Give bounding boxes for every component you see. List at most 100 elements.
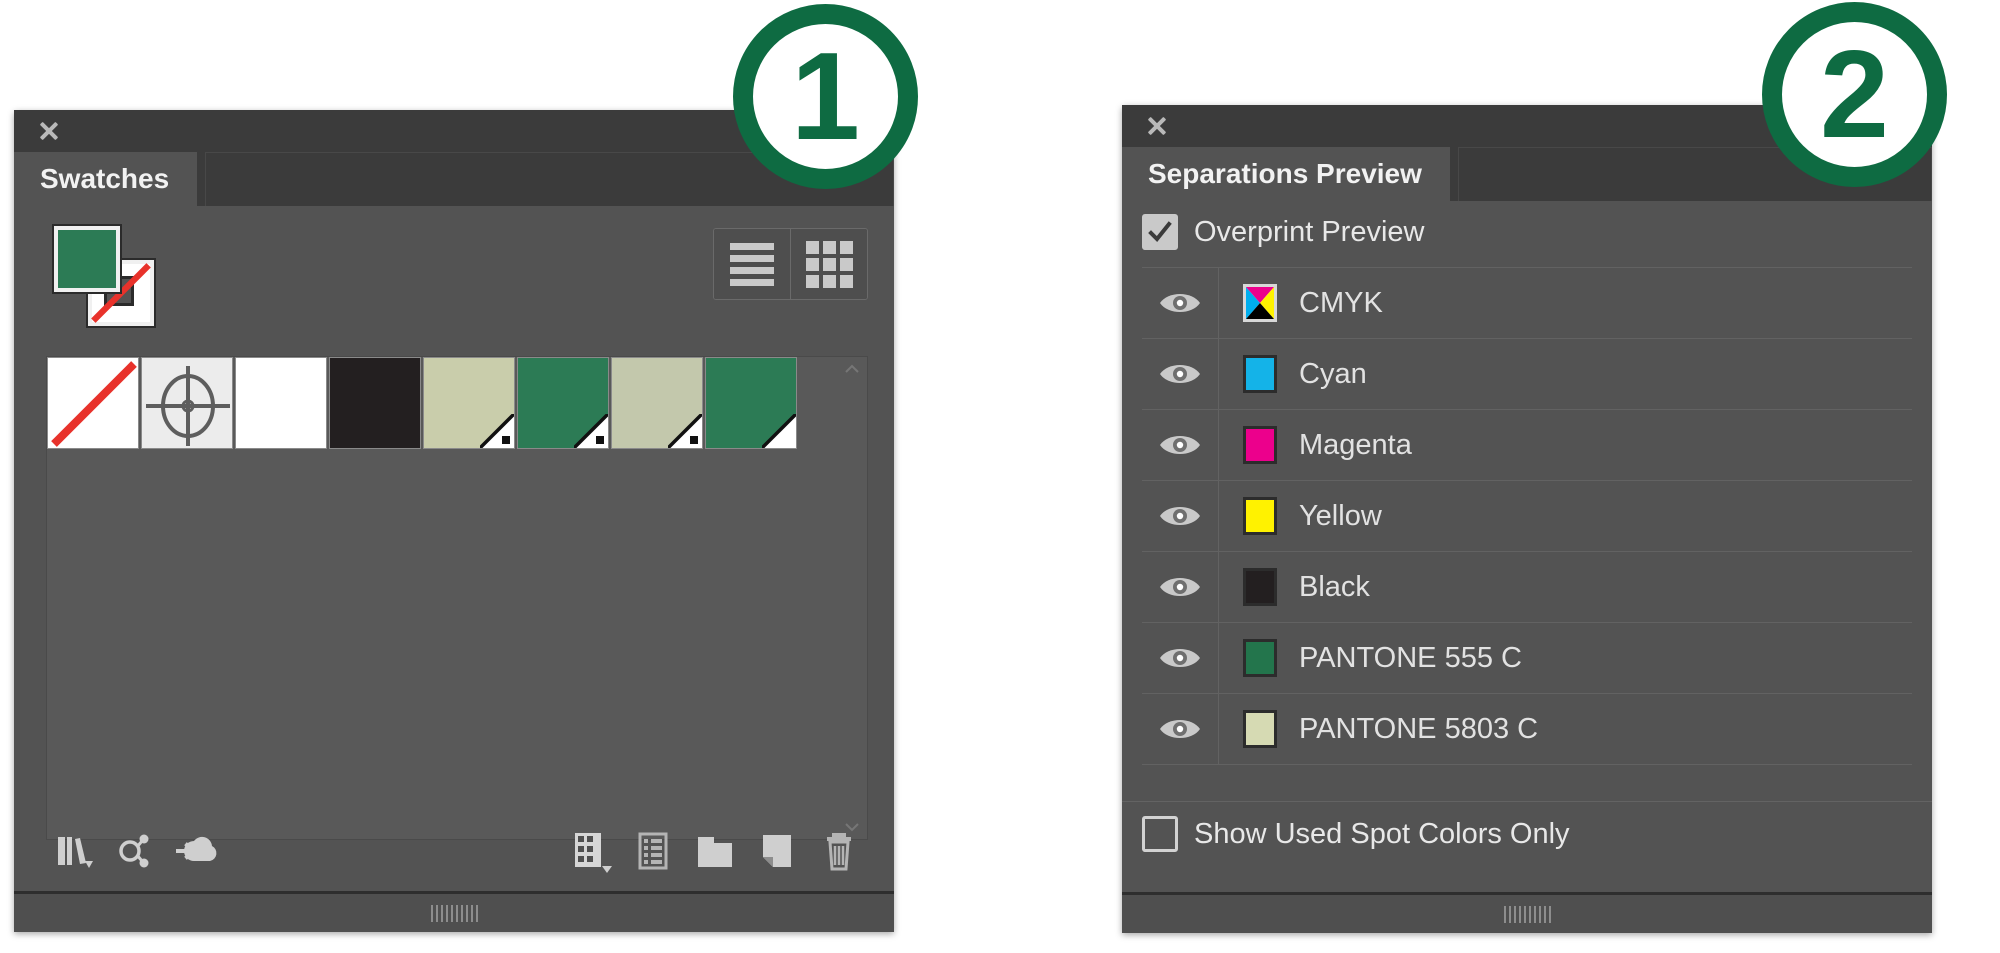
swatch-cell[interactable] xyxy=(423,357,515,449)
close-icon[interactable] xyxy=(1144,113,1170,139)
new-color-group-button[interactable] xyxy=(684,820,746,882)
separation-name: Cyan xyxy=(1299,357,1367,390)
separation-color-chip xyxy=(1243,284,1277,322)
swatch-options-icon xyxy=(638,832,668,870)
tab-separations-preview-label: Separations Preview xyxy=(1148,158,1422,189)
grid-view-icon xyxy=(805,240,853,288)
separation-name: PANTONE 5803 C xyxy=(1299,712,1539,745)
add-to-cc-library-button[interactable] xyxy=(166,820,228,882)
swatch-cell[interactable] xyxy=(517,357,609,449)
swatch-libraries-icon xyxy=(58,837,93,868)
separation-visibility-toggle[interactable] xyxy=(1142,623,1219,693)
list-view-button[interactable] xyxy=(714,229,791,299)
tab-swatches-label: Swatches xyxy=(40,163,170,194)
color-group-link-button[interactable] xyxy=(104,820,166,882)
separation-name: CMYK xyxy=(1299,286,1383,319)
separation-color-chip xyxy=(1243,568,1277,606)
overprint-preview-checkbox[interactable] xyxy=(1142,214,1178,250)
swatch-libraries-button[interactable] xyxy=(42,820,104,882)
separation-name: Black xyxy=(1299,570,1370,603)
delete-swatch-button[interactable] xyxy=(808,820,870,882)
swatches-body xyxy=(14,206,894,866)
swatches-panel-footer[interactable] xyxy=(14,891,894,932)
swatches-panel: Swatches xyxy=(14,110,894,932)
new-color-group-icon xyxy=(698,837,732,867)
resize-grip-icon[interactable] xyxy=(1503,905,1551,923)
separations-body: Overprint Preview CMYK Cyan Magenta Yellow B… xyxy=(1122,201,1932,866)
separation-visibility-toggle[interactable] xyxy=(1142,694,1219,764)
show-used-spot-checkbox[interactable] xyxy=(1142,816,1178,852)
swatch-options-button[interactable] xyxy=(622,820,684,882)
add-to-cc-library-icon xyxy=(176,836,217,861)
step-badge-1: 1 xyxy=(733,4,918,189)
separation-color-chip xyxy=(1243,497,1277,535)
resize-grip-icon[interactable] xyxy=(430,904,478,922)
swatch-cell[interactable] xyxy=(611,357,703,449)
swatch-cell[interactable] xyxy=(47,357,139,449)
screenshot-root: Swatches Separations Preview Overprint P… xyxy=(0,0,2000,953)
swatch-cell[interactable] xyxy=(141,357,233,449)
overprint-preview-row[interactable]: Overprint Preview xyxy=(1122,201,1932,263)
eye-icon xyxy=(1160,365,1200,383)
eye-icon xyxy=(1160,507,1200,525)
grid-view-button[interactable] xyxy=(791,229,867,299)
none-swatch-icon xyxy=(51,361,137,447)
separation-color-chip xyxy=(1243,639,1277,677)
swatch-cell[interactable] xyxy=(329,357,421,449)
separation-visibility-toggle[interactable] xyxy=(1142,481,1219,551)
delete-swatch-icon xyxy=(827,833,851,871)
tab-swatches[interactable]: Swatches xyxy=(14,152,198,206)
swatches-toolbar xyxy=(14,808,894,894)
separation-visibility-toggle[interactable] xyxy=(1142,552,1219,622)
separation-color-chip xyxy=(1243,426,1277,464)
tab-separations-preview[interactable]: Separations Preview xyxy=(1122,147,1450,201)
swatch-kinds-icon xyxy=(575,833,612,873)
spot-color-marker-icon xyxy=(574,414,608,448)
separation-row[interactable]: Black xyxy=(1142,552,1912,623)
separation-row[interactable]: CMYK xyxy=(1142,268,1912,339)
separation-name: Yellow xyxy=(1299,499,1382,532)
new-swatch-icon xyxy=(763,835,791,867)
eye-icon xyxy=(1160,649,1200,667)
step-badge-2-number: 2 xyxy=(1820,25,1889,164)
separations-panel-footer[interactable] xyxy=(1122,892,1932,933)
color-group-link-icon xyxy=(119,834,149,868)
eye-icon xyxy=(1160,436,1200,454)
separation-row[interactable]: Yellow xyxy=(1142,481,1912,552)
separation-row[interactable]: Cyan xyxy=(1142,339,1912,410)
separation-row[interactable]: PANTONE 5803 C xyxy=(1142,694,1912,765)
separations-list-tail xyxy=(1142,765,1912,799)
separation-color-chip xyxy=(1243,355,1277,393)
show-used-spot-row[interactable]: Show Used Spot Colors Only xyxy=(1122,801,1932,866)
spot-color-marker-icon xyxy=(480,414,514,448)
eye-icon xyxy=(1160,294,1200,312)
show-used-spot-label: Show Used Spot Colors Only xyxy=(1194,817,1570,850)
step-badge-2: 2 xyxy=(1762,2,1947,187)
overprint-preview-label: Overprint Preview xyxy=(1194,215,1425,248)
swatch-grid-area[interactable] xyxy=(46,356,868,840)
separation-visibility-toggle[interactable] xyxy=(1142,268,1219,338)
step-badge-1-number: 1 xyxy=(791,27,860,166)
separation-visibility-toggle[interactable] xyxy=(1142,410,1219,480)
eye-icon xyxy=(1160,578,1200,596)
swatch-kinds-button[interactable] xyxy=(560,820,622,882)
list-view-icon xyxy=(730,242,774,286)
swatch-cell[interactable] xyxy=(705,357,797,449)
spot-color-marker-icon xyxy=(668,414,702,448)
separation-row[interactable]: Magenta xyxy=(1142,410,1912,481)
view-toggle-group xyxy=(713,228,868,300)
spot-color-marker-icon xyxy=(762,414,796,448)
new-swatch-button[interactable] xyxy=(746,820,808,882)
close-icon[interactable] xyxy=(36,118,62,144)
swatch-row xyxy=(47,357,867,449)
separation-name: PANTONE 555 C xyxy=(1299,641,1522,674)
separations-preview-panel: Separations Preview Overprint Preview CM… xyxy=(1122,105,1932,933)
checkmark-icon xyxy=(1148,221,1172,242)
fill-proxy[interactable] xyxy=(52,224,122,294)
scroll-up-nub-icon[interactable] xyxy=(843,363,861,375)
separation-row[interactable]: PANTONE 555 C xyxy=(1142,623,1912,694)
separation-visibility-toggle[interactable] xyxy=(1142,339,1219,409)
fill-stroke-proxy xyxy=(52,224,156,328)
separation-color-chip xyxy=(1243,710,1277,748)
swatch-cell[interactable] xyxy=(235,357,327,449)
